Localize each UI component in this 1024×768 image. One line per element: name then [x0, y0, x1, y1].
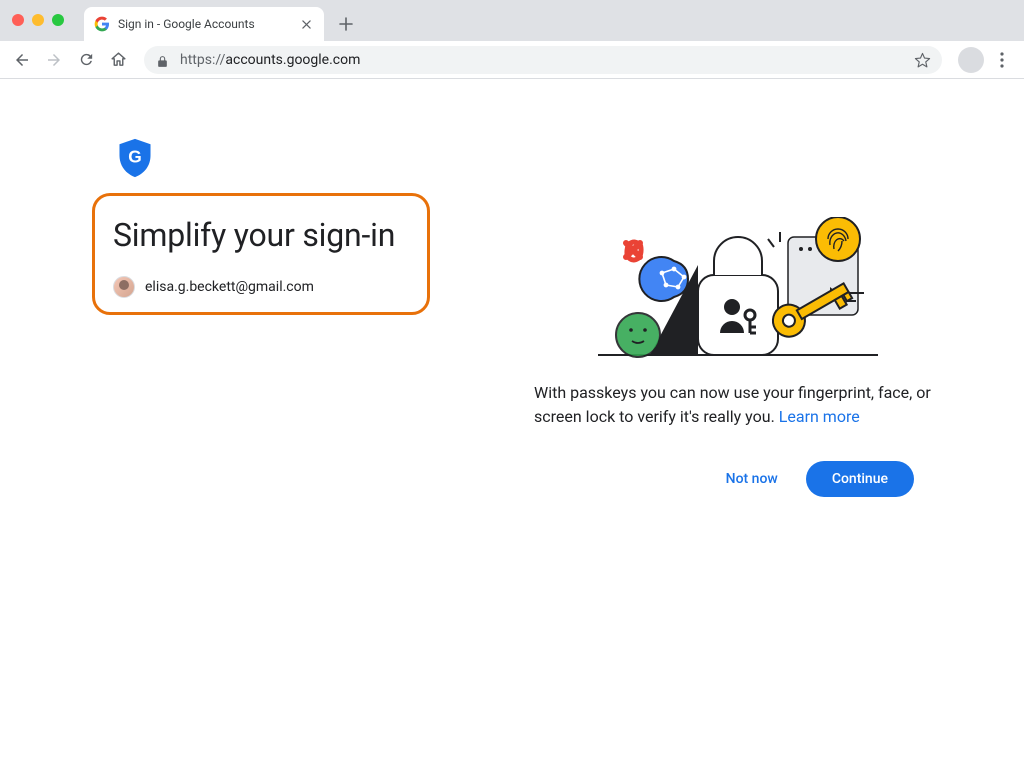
user-avatar-icon	[113, 276, 135, 298]
not-now-button[interactable]: Not now	[722, 461, 782, 497]
profile-avatar-button[interactable]	[958, 47, 984, 73]
google-favicon-icon	[94, 16, 110, 32]
window-maximize-button[interactable]	[52, 14, 64, 26]
user-email: elisa.g.beckett@gmail.com	[145, 279, 314, 295]
tab-close-button[interactable]	[298, 16, 314, 32]
browser-tab-active[interactable]: Sign in - Google Accounts	[84, 7, 324, 41]
svg-text:G: G	[128, 147, 141, 167]
page-headline: Simplify your sign-in	[113, 216, 409, 254]
google-shield-icon: G	[116, 137, 154, 183]
window-close-button[interactable]	[12, 14, 24, 26]
window-minimize-button[interactable]	[32, 14, 44, 26]
continue-button[interactable]: Continue	[806, 461, 914, 497]
window-controls	[12, 14, 64, 26]
action-button-row: Not now Continue	[534, 461, 914, 497]
account-chip[interactable]: elisa.g.beckett@gmail.com	[113, 276, 409, 298]
new-tab-button[interactable]	[332, 10, 360, 38]
browser-tab-strip: Sign in - Google Accounts	[0, 0, 1024, 41]
forward-button[interactable]	[40, 46, 68, 74]
url-text: https://accounts.google.com	[180, 52, 904, 68]
page-content: G Simplify your sign-in elisa.g.beckett@…	[0, 79, 1024, 768]
address-bar[interactable]: https://accounts.google.com	[144, 46, 942, 74]
passkey-description: With passkeys you can now use your finge…	[534, 381, 934, 429]
reload-button[interactable]	[72, 46, 100, 74]
passkey-illustration	[598, 217, 878, 357]
back-button[interactable]	[8, 46, 36, 74]
headline-highlight-box: Simplify your sign-in elisa.g.beckett@gm…	[92, 193, 430, 315]
home-button[interactable]	[104, 46, 132, 74]
browser-toolbar: https://accounts.google.com	[0, 41, 1024, 79]
description-text: With passkeys you can now use your finge…	[534, 383, 931, 426]
browser-menu-button[interactable]	[988, 46, 1016, 74]
learn-more-link[interactable]: Learn more	[779, 407, 860, 426]
tab-title: Sign in - Google Accounts	[118, 17, 290, 31]
lock-icon	[156, 53, 170, 67]
bookmark-star-icon[interactable]	[914, 52, 930, 68]
